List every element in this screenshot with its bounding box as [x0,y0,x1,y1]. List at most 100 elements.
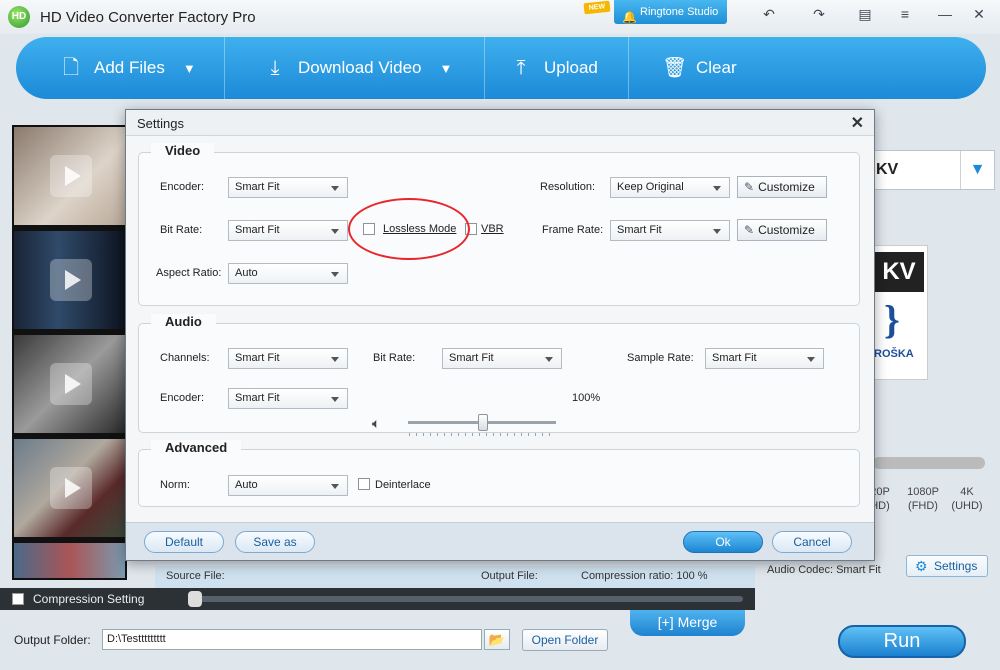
volume-value: 100% [572,392,601,404]
compression-slider-knob[interactable] [188,591,202,607]
output-folder-label: Output Folder: [14,633,91,647]
video-bitrate-label: Bit Rate: [160,224,203,236]
app-logo: HD [8,6,30,28]
default-button[interactable]: Default [144,531,224,553]
trash-icon: 🗑 [662,57,688,79]
minimize-icon[interactable]: — [932,4,958,24]
volume-slider-knob[interactable] [478,414,488,431]
aspect-ratio-select[interactable]: Auto [228,263,348,284]
ringtone-studio-button[interactable]: 🔔 Ringtone Studio [614,0,727,24]
upload-button[interactable]: ⤒ Upload [510,37,598,99]
vbr-label[interactable]: VBR [481,223,504,235]
audio-group: Audio Channels: Smart Fit Bit Rate: Smar… [138,314,860,433]
source-file-label: Source File: [166,570,225,582]
frame-rate-customize-button[interactable]: ✎ Customize [737,219,827,241]
chat-icon[interactable]: ▤ [852,4,878,24]
undo-icon[interactable]: ↶ [756,4,782,24]
chevron-down-icon[interactable]: ▼ [183,61,196,76]
open-folder-button[interactable]: Open Folder [522,629,608,651]
dialog-header: Settings ✕ [126,110,874,136]
speaker-icon[interactable]: 🔈︎ [372,415,380,432]
audio-codec-info: Audio Codec: Smart Fit [767,564,881,576]
ok-button[interactable]: Ok [683,531,763,553]
pencil-icon: ✎ [744,180,755,194]
play-icon[interactable] [50,363,92,405]
pencil-icon: ✎ [744,223,755,237]
output-format-selector[interactable]: KV ▼ [873,150,995,190]
toolbar-divider [628,37,629,99]
video-thumbnail[interactable] [14,543,125,578]
settings-dialog: Settings ✕ Video Encoder: Smart Fit Bit … [125,109,875,561]
customize-label: Customize [758,180,815,194]
video-thumbnail[interactable] [14,439,125,537]
folder-icon[interactable]: 📂 [484,629,510,650]
sample-rate-label: Sample Rate: [627,352,694,364]
play-icon[interactable] [50,467,92,509]
output-folder-field[interactable]: D:\Testtttttttt [102,629,482,650]
chevron-down-icon[interactable]: ▼ [440,61,453,76]
file-info-bar: Source File: Output File: Compression ra… [155,566,755,588]
output-format-panel: KV ▼ KV } ROŠKA 20P HD) 1080P (FHD) 4K (UHD… [870,150,995,605]
resolution-option[interactable]: 4K (UHD) [947,485,987,513]
video-bitrate-select[interactable]: Smart Fit [228,220,348,241]
close-icon[interactable]: ✕ [851,113,864,133]
resolution-top: 4K [960,486,974,498]
clear-button[interactable]: 🗑 Clear [662,37,737,99]
run-button[interactable]: Run [838,625,966,658]
video-thumbnail[interactable] [14,231,125,329]
save-as-button[interactable]: Save as [235,531,315,553]
deinterlace-checkbox[interactable] [358,478,370,490]
video-thumbnail[interactable] [14,127,125,225]
format-name: KV [876,161,899,178]
resolution-option[interactable]: 1080P (FHD) [903,485,943,513]
customize-label: Customize [758,223,815,237]
download-video-label: Download Video [298,58,422,77]
compression-checkbox[interactable] [12,593,24,605]
play-icon[interactable] [50,259,92,301]
chevron-down-icon[interactable]: ▼ [960,151,994,189]
advanced-group: Advanced Norm: Auto Deinterlace [138,440,860,507]
frame-rate-select[interactable]: Smart Fit [610,220,730,241]
video-encoder-select[interactable]: Smart Fit [228,177,348,198]
ringtone-studio-label: Ringtone Studio [640,6,719,18]
frame-rate-label: Frame Rate: [542,224,604,236]
video-thumbnail[interactable] [14,335,125,433]
resolution-bottom: (FHD) [908,500,938,512]
video-encoder-label: Encoder: [160,181,205,193]
play-icon[interactable] [50,155,92,197]
format-logo-caption: ROŠKA [874,348,914,360]
sample-rate-select[interactable]: Smart Fit [705,348,824,369]
close-window-icon[interactable]: ✕ [966,4,992,24]
video-list [12,125,127,580]
add-file-icon: 🗋 [62,57,80,79]
highlight-circle [348,198,470,260]
gear-icon: ⚙ [915,558,928,574]
audio-encoder-select[interactable]: Smart Fit [228,388,348,409]
menu-icon[interactable]: ≡ [892,4,918,24]
channels-label: Channels: [160,352,210,364]
output-file-label: Output File: [481,570,538,582]
volume-ticks [409,433,555,436]
resolution-top: 1080P [907,486,939,498]
advanced-group-title: Advanced [151,440,242,455]
compression-slider[interactable] [188,596,743,602]
resolution-slider[interactable] [873,457,985,469]
audio-encoder-label: Encoder: [160,392,205,404]
merge-button[interactable]: [+] Merge [630,610,745,636]
norm-select[interactable]: Auto [228,475,348,496]
resolution-select[interactable]: Keep Original [610,177,730,198]
audio-bitrate-label: Bit Rate: [373,352,416,364]
dialog-footer: Default Save as Ok Cancel [126,522,874,560]
channels-select[interactable]: Smart Fit [228,348,348,369]
audio-bitrate-select[interactable]: Smart Fit [442,348,562,369]
share-icon[interactable]: ↷ [806,4,832,24]
settings-button[interactable]: ⚙ Settings [906,555,988,577]
resolution-customize-button[interactable]: ✎ Customize [737,176,827,198]
download-icon: ⤓ [270,57,280,79]
format-logo-symbol: } [884,297,900,342]
cancel-button[interactable]: Cancel [772,531,852,553]
download-video-button[interactable]: ⤓ Download Video ▼ [264,37,453,99]
compression-ratio: Compression ratio: 100 % [581,570,708,582]
add-files-button[interactable]: 🗋 Add Files ▼ [60,37,196,99]
upload-label: Upload [544,58,598,77]
